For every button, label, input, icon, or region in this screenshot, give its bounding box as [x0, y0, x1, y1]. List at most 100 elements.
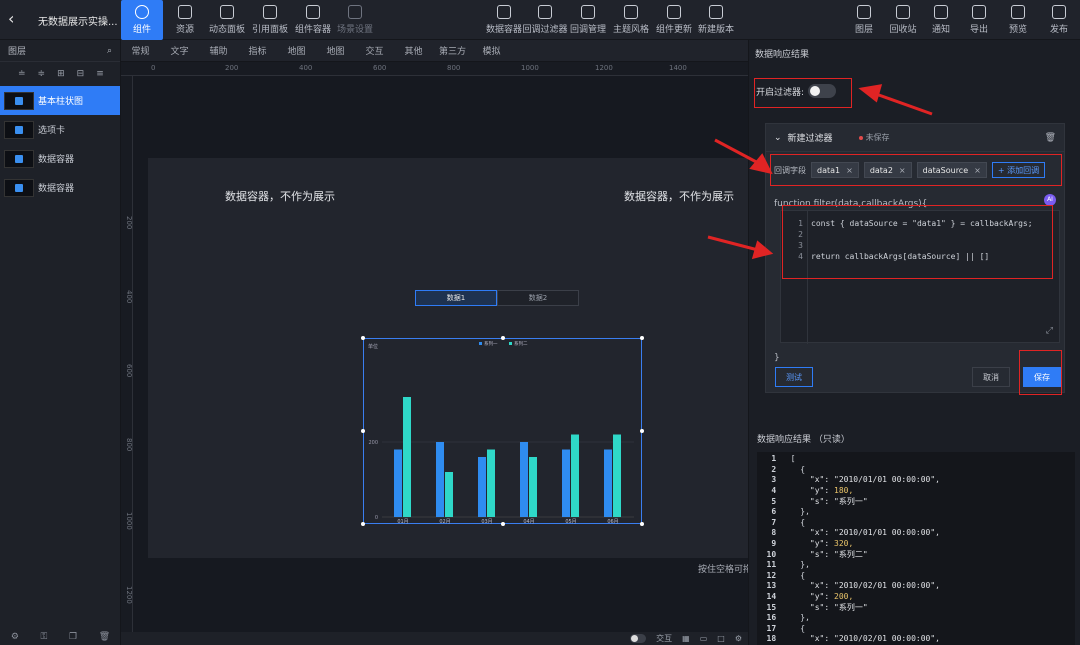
search-icon[interactable]: ⌕	[107, 46, 112, 56]
category-tab[interactable]: 常规	[121, 44, 160, 57]
resize-handle[interactable]	[640, 336, 644, 340]
bar	[394, 449, 402, 517]
x-tick-label: 02月	[439, 519, 450, 525]
tb-notify-button[interactable]: 通知	[922, 0, 960, 40]
layer-tool-3-icon[interactable]: ⊟	[77, 69, 85, 79]
pan-hint: 按住空格可拖	[698, 565, 753, 575]
resize-handle[interactable]	[361, 429, 365, 433]
layers-panel: 图层 ⌕ ≐ ≑ ⊞ ⊟ ≡ 基本柱状图 选项卡 数据容器 数据容器 ⚙ ⚿ ❐ 🗑	[0, 40, 121, 645]
chip-label: data1	[817, 165, 841, 175]
function-close-brace: }	[774, 353, 780, 363]
category-tab[interactable]: 指标	[238, 44, 277, 57]
tb-scene-settings-label: 场景设置	[336, 25, 373, 35]
ruler-tick: 400	[125, 290, 133, 304]
tb-preview-icon	[1011, 5, 1025, 19]
tb-scene-settings-button[interactable]: 场景设置	[334, 0, 376, 40]
tab-data2[interactable]: 数据2	[497, 290, 579, 306]
ruler-tick: 1000	[521, 64, 539, 72]
layer-item[interactable]: 选项卡	[0, 115, 120, 144]
tb-ref-panel-button[interactable]: 引用面板	[249, 0, 291, 40]
layer-tool-2-icon[interactable]: ⊞	[57, 69, 65, 79]
grid-icon[interactable]: ▦	[682, 634, 690, 643]
tb-global-filter-button[interactable]: 回调过滤器	[523, 0, 568, 40]
settings-icon[interactable]: ⚙	[735, 634, 742, 643]
resize-handle[interactable]	[640, 522, 644, 526]
category-tab[interactable]: 交互	[355, 44, 394, 57]
layer-tool-1-icon[interactable]: ≑	[38, 69, 46, 79]
lock-icon[interactable]: ⚿	[41, 632, 48, 642]
callback-field-chip[interactable]: data1 ×	[811, 162, 859, 178]
layer-item[interactable]: 数据容器	[0, 144, 120, 173]
chip-remove-icon[interactable]: ×	[846, 166, 853, 175]
test-button[interactable]: 测试	[775, 367, 813, 387]
tb-component-update-button[interactable]: 组件更新	[653, 0, 695, 40]
resize-handle[interactable]	[501, 522, 505, 526]
tb-export-button[interactable]: 导出	[960, 0, 998, 40]
tb-component-icon	[135, 5, 149, 19]
tb-resource-button[interactable]: 资源	[164, 0, 206, 40]
back-arrow-icon[interactable]: ‹	[8, 10, 24, 28]
tb-theme-button[interactable]: 主题风格	[610, 0, 652, 40]
tb-new-version-button[interactable]: 新建版本	[695, 0, 737, 40]
add-callback-button[interactable]: + 添加回调	[991, 162, 1046, 178]
bar-chart-component[interactable]: 单位 0 200 系列一 系列二 01月 02月 03月 04月 05月 06月	[361, 336, 644, 526]
category-tab[interactable]: 模拟	[472, 44, 511, 57]
category-tab[interactable]: 第三方	[433, 44, 472, 57]
category-tab[interactable]: 地图	[277, 44, 316, 57]
chip-remove-icon[interactable]: ×	[974, 166, 981, 175]
resize-handle[interactable]	[361, 336, 365, 340]
save-button[interactable]: 保存	[1023, 367, 1061, 387]
tb-publish-button[interactable]: 发布	[1040, 0, 1078, 40]
cancel-button[interactable]: 取消	[972, 367, 1010, 387]
callback-field-chip[interactable]: data2 ×	[863, 162, 912, 178]
category-tab[interactable]: 地图	[316, 44, 355, 57]
filter-toggle-switch[interactable]	[808, 84, 837, 98]
chip-remove-icon[interactable]: ×	[899, 166, 906, 175]
canvas-board[interactable]: 数据容器，不作为展示 数据容器，不作为展示 数据1 数据2 单位 0 200 系列一 系…	[148, 158, 748, 558]
copy-icon[interactable]: ❐	[69, 632, 77, 642]
trash-icon[interactable]: 🗑	[1045, 133, 1056, 143]
category-tab[interactable]: 文字	[160, 44, 199, 57]
resize-handle[interactable]	[361, 522, 365, 526]
comment-icon[interactable]: ▭	[700, 634, 708, 643]
panel-title: 数据响应结果	[755, 50, 810, 60]
code-editor[interactable]: ⤢ 1 const { dataSource = "data1" } = call…	[780, 210, 1060, 344]
tb-component-button[interactable]: 组件	[121, 0, 163, 40]
data-container-label-right[interactable]: 数据容器，不作为展示	[624, 188, 734, 204]
ruler-tick: 1400	[669, 64, 687, 72]
data-container-label-left[interactable]: 数据容器，不作为展示	[225, 188, 335, 204]
ai-assist-icon[interactable]: AI	[1044, 194, 1056, 206]
tb-component-container-button[interactable]: 组件容器	[292, 0, 334, 40]
tb-data-container-button[interactable]: 数据容器	[483, 0, 525, 40]
json-number: 200,	[834, 591, 854, 601]
callback-field-chip[interactable]: dataSource ×	[916, 162, 987, 178]
tb-recycle-button[interactable]: 回收站	[884, 0, 922, 40]
response-json-viewer[interactable]: 1 [2 {3 "x": "2010/01/01 00:00:00", 4 "y"…	[757, 452, 1075, 645]
json-line: 12 {	[757, 571, 1075, 581]
json-key: "y":	[790, 485, 834, 495]
expand-icon[interactable]: ⤢	[1046, 326, 1053, 336]
layer-item[interactable]: 基本柱状图	[0, 86, 120, 115]
tb-layers-button[interactable]: 图层	[845, 0, 883, 40]
tb-dynamic-panel-button[interactable]: 动态面板	[206, 0, 248, 40]
delete-icon[interactable]: 🗑	[99, 632, 110, 642]
category-tab[interactable]: 其他	[394, 44, 433, 57]
layer-item[interactable]: 数据容器	[0, 173, 120, 202]
category-tab[interactable]: 辅助	[199, 44, 238, 57]
layer-tool-0-icon[interactable]: ≐	[18, 69, 26, 79]
resize-handle[interactable]	[501, 336, 505, 340]
settings-icon[interactable]: ⚙	[11, 632, 19, 642]
json-punct: [	[790, 454, 796, 463]
json-line-number: 4	[771, 485, 781, 495]
tab-data1[interactable]: 数据1	[415, 290, 497, 306]
function-signature: function filter(data,callbackArgs){	[774, 199, 928, 209]
collapse-chevron-icon[interactable]: ⌄	[774, 133, 782, 143]
resize-handle[interactable]	[640, 429, 644, 433]
interaction-toggle[interactable]	[630, 634, 647, 643]
tb-preview-button[interactable]: 预览	[999, 0, 1037, 40]
tb-callback-mgmt-button[interactable]: 回调管理	[567, 0, 609, 40]
layer-tool-4-icon[interactable]: ≡	[96, 69, 104, 79]
fullscreen-icon[interactable]: □	[717, 634, 725, 643]
